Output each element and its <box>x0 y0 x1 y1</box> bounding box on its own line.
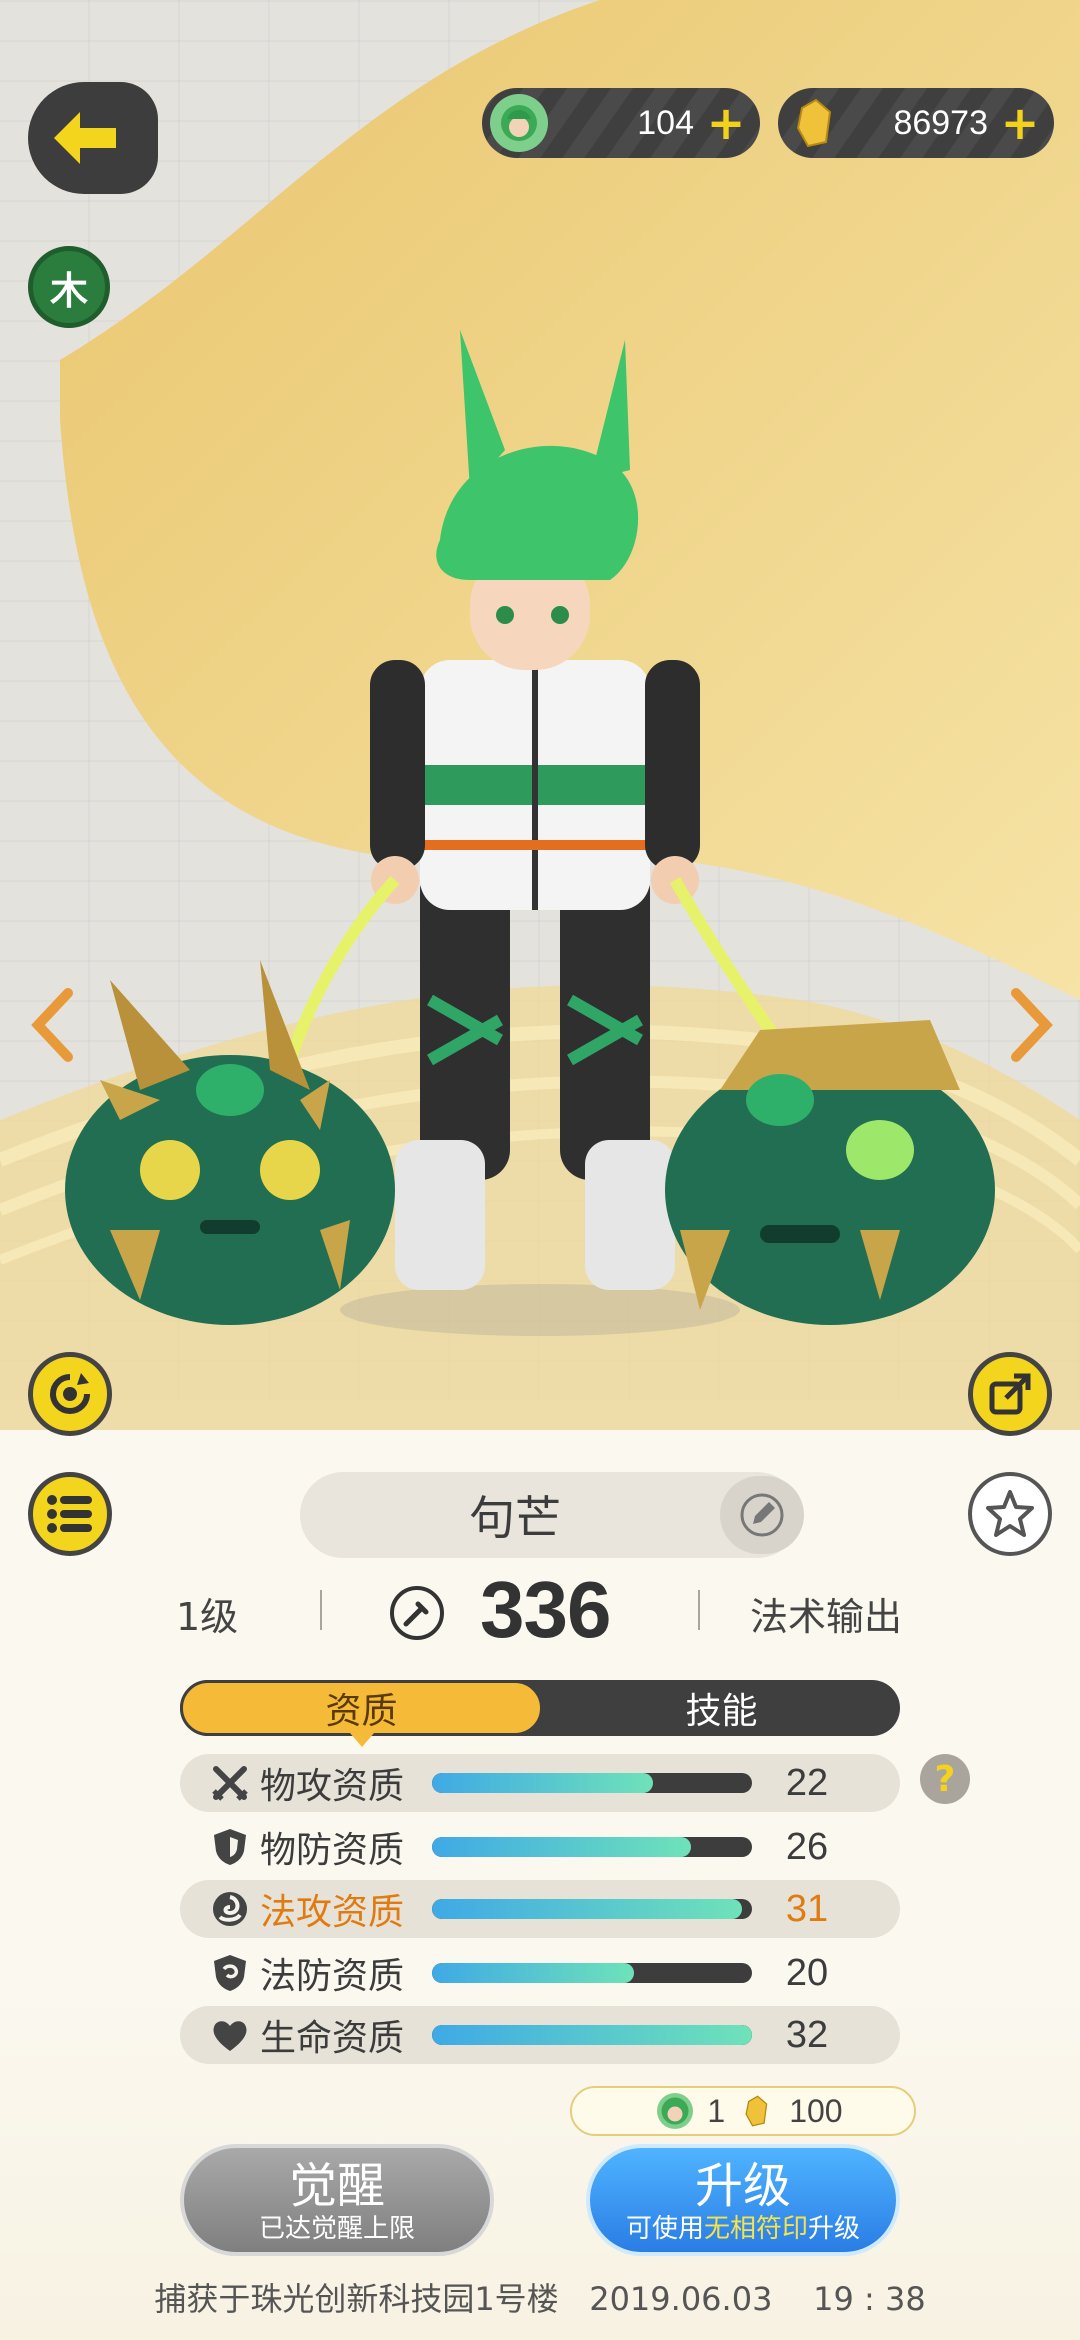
cost-crystal-amount: 100 <box>789 2092 843 2129</box>
monster-summary-row: 1级 336 法术输出 <box>140 1565 940 1658</box>
attribute-bar-fill <box>432 1899 743 1919</box>
attribute-label: 物攻资质 <box>260 1766 405 1807</box>
divider <box>320 1590 322 1630</box>
upgrade-label: 升级 <box>694 2158 791 2214</box>
add-spirit-button[interactable]: + <box>706 100 746 146</box>
attribute-row-health: 生命资质 32 <box>180 2006 900 2064</box>
attribute-bar-fill <box>432 1963 634 1983</box>
detail-tabs: 资质 技能 <box>180 1680 900 1747</box>
capture-location: 捕获于珠光创新科技园1号楼 <box>154 2280 559 2318</box>
tab-skills[interactable]: 技能 <box>543 1680 900 1736</box>
attribute-bar-fill <box>432 1773 653 1793</box>
aptitude-help-button[interactable]: ? <box>920 1754 970 1804</box>
add-crystal-button[interactable]: + <box>1000 100 1040 146</box>
favorite-button[interactable] <box>968 1472 1052 1556</box>
combat-power-icon <box>390 1586 444 1640</box>
rename-button[interactable] <box>720 1476 804 1554</box>
attribute-row-physical-defense: 物防资质 26 <box>180 1818 900 1876</box>
capture-date: 2019.06.03 <box>589 2280 773 2318</box>
monster-name: 句芒 <box>469 1491 561 1545</box>
attribute-label: 物防资质 <box>260 1830 405 1871</box>
upgrade-hint: 可使用无相符印升级 <box>590 2214 896 2244</box>
list-button[interactable] <box>28 1472 112 1556</box>
attribute-row-magic-defense: 法防资质 20 <box>180 1944 900 2002</box>
gold-crystal-icon <box>739 2093 775 2129</box>
monster-role: 法术输出 <box>750 1594 903 1639</box>
attribute-bar-fill <box>432 1837 692 1857</box>
monster-level: 1级 <box>176 1594 239 1639</box>
upgrade-hint-suffix: 升级 <box>808 2214 861 2244</box>
heart-icon <box>200 2017 260 2053</box>
gold-crystal-icon <box>786 94 844 152</box>
tab-aptitude[interactable]: 资质 <box>180 1680 543 1747</box>
rotate-view-button[interactable] <box>28 1352 112 1436</box>
crystal-amount: 86973 <box>893 103 988 142</box>
attribute-value: 32 <box>785 2013 829 2056</box>
upgrade-hint-item: 无相符印 <box>703 2214 808 2244</box>
attribute-bar-fill <box>432 2025 752 2045</box>
combat-power-value: 336 <box>480 1565 611 1654</box>
attribute-bar <box>432 1899 752 1919</box>
attribute-bar <box>432 1773 752 1793</box>
next-monster-arrow-icon[interactable] <box>1000 985 1060 1065</box>
spirit-amount: 104 <box>637 103 694 142</box>
attribute-bar <box>432 1837 752 1857</box>
attribute-value: 20 <box>785 1951 829 1994</box>
crystal-currency[interactable]: 86973 + <box>778 88 1054 158</box>
attribute-value: 26 <box>785 1825 829 1868</box>
upgrade-button[interactable]: 升级 可使用无相符印升级 <box>586 2144 900 2256</box>
list-icon <box>47 1495 92 1533</box>
awaken-status: 已达觉醒上限 <box>258 2214 415 2244</box>
attribute-bar <box>432 2025 752 2045</box>
spirit-currency[interactable]: 104 + <box>482 88 760 158</box>
green-spirit-icon <box>657 2093 694 2129</box>
share-button[interactable] <box>968 1352 1052 1436</box>
awaken-label: 觉醒 <box>288 2158 385 2214</box>
element-wood-badge: 木 <box>28 246 110 328</box>
pen-icon <box>740 1493 784 1537</box>
attribute-label: 法防资质 <box>260 1956 405 1997</box>
upgrade-cost: 1 100 <box>570 2086 916 2136</box>
magic-shield-icon <box>200 1953 260 1993</box>
attribute-value: 22 <box>785 1761 829 1804</box>
attribute-row-magic-attack: 法攻资质 31 <box>180 1880 900 1938</box>
capture-time: 19 : 38 <box>813 2280 926 2318</box>
rotate-icon <box>50 1373 90 1414</box>
capture-info: 捕获于珠光创新科技园1号楼 2019.06.03 19 : 38 <box>0 2274 1080 2320</box>
monster-name-plate: 句芒 <box>300 1472 804 1558</box>
back-arrow-icon <box>54 112 116 164</box>
attribute-label: 法攻资质 <box>260 1892 405 1933</box>
previous-monster-arrow-icon[interactable] <box>24 985 84 1065</box>
shield-icon <box>200 1827 260 1867</box>
attribute-value: 31 <box>785 1887 829 1930</box>
divider <box>698 1590 700 1630</box>
attribute-row-physical-attack: 物攻资质 22 <box>180 1754 900 1812</box>
upgrade-hint-prefix: 可使用 <box>625 2214 704 2244</box>
back-button[interactable] <box>28 82 158 194</box>
awaken-button[interactable]: 觉醒 已达觉醒上限 <box>180 2144 494 2256</box>
crossed-swords-icon <box>200 1763 260 1803</box>
share-icon <box>989 1373 1031 1415</box>
cost-spirit-amount: 1 <box>707 2092 726 2129</box>
magic-swirl-icon <box>200 1889 260 1929</box>
attribute-label: 生命资质 <box>260 2018 405 2059</box>
green-spirit-icon <box>490 94 548 152</box>
star-icon <box>986 1490 1034 1537</box>
attribute-bar <box>432 1963 752 1983</box>
monster-character-illustration[interactable] <box>0 300 1080 1420</box>
